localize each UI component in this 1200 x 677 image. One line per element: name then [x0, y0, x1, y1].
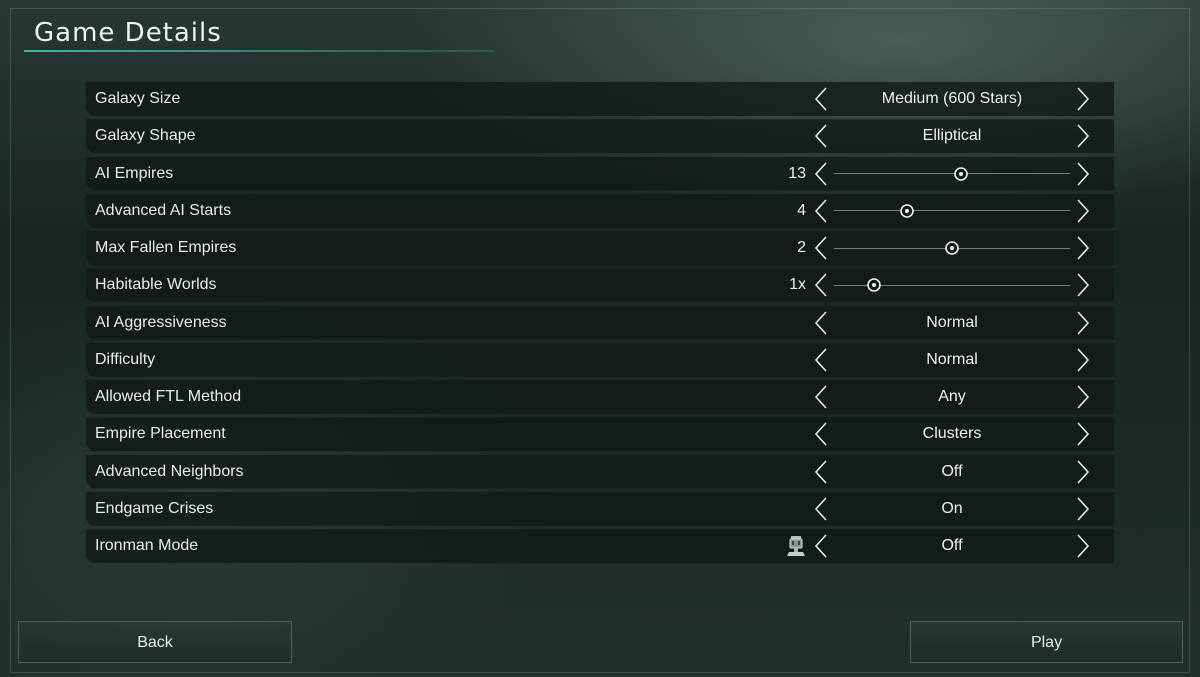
setting-label: AI Empires [95, 164, 174, 182]
chevron-left-icon[interactable] [813, 496, 831, 522]
chevron-right-icon[interactable] [1073, 384, 1091, 410]
setting-row-galaxy-size: Galaxy Size Medium (600 Stars) [86, 82, 1114, 116]
page-title: Game Details [34, 18, 222, 48]
setting-row-empire-placement: Empire Placement Clusters [86, 417, 1114, 451]
setting-value: Normal [926, 350, 978, 368]
setting-label: Habitable Worlds [95, 276, 217, 294]
chevron-left-icon[interactable] [813, 198, 831, 224]
chevron-left-icon[interactable] [813, 235, 831, 261]
setting-label: Advanced Neighbors [95, 462, 244, 480]
setting-value: Clusters [922, 425, 982, 443]
chevron-left-icon[interactable] [813, 384, 831, 410]
setting-row-galaxy-shape: Galaxy Shape Elliptical [86, 119, 1114, 153]
chevron-left-icon[interactable] [813, 310, 831, 336]
title-underline [24, 50, 494, 52]
setting-value: Elliptical [922, 127, 982, 145]
slider-knob[interactable] [953, 166, 969, 182]
chevron-right-icon[interactable] [1073, 310, 1091, 336]
slider-track[interactable] [834, 173, 1070, 174]
setting-label: Galaxy Size [95, 90, 181, 107]
ironman-icon [786, 535, 806, 557]
chevron-right-icon[interactable] [1073, 86, 1091, 112]
slider-knob[interactable] [866, 277, 882, 293]
setting-label: Max Fallen Empires [95, 239, 237, 256]
chevron-left-icon[interactable] [813, 272, 831, 298]
setting-label: Difficulty [95, 350, 156, 368]
slider-track[interactable] [834, 210, 1070, 211]
setting-row-difficulty: Difficulty Normal [86, 343, 1114, 377]
setting-row-habitable-worlds: Habitable Worlds 1x [86, 268, 1114, 302]
chevron-right-icon[interactable] [1073, 533, 1091, 559]
setting-label: Endgame Crises [95, 499, 214, 517]
setting-value: Off [941, 462, 963, 480]
chevron-right-icon[interactable] [1073, 459, 1091, 485]
chevron-right-icon[interactable] [1073, 421, 1091, 447]
chevron-right-icon[interactable] [1073, 496, 1091, 522]
chevron-left-icon[interactable] [813, 86, 831, 112]
slider-value: 13 [788, 164, 806, 182]
slider-value: 1x [789, 276, 806, 294]
setting-row-max-fallen-empires: Max Fallen Empires 2 [86, 231, 1114, 265]
setting-row-advanced-neighbors: Advanced Neighbors Off [86, 455, 1114, 489]
settings-list: Galaxy Size Medium (600 Stars) Galaxy Sh… [86, 82, 1114, 566]
chevron-left-icon[interactable] [813, 123, 831, 149]
setting-label: AI Aggressiveness [95, 313, 227, 331]
setting-row-advanced-ai-starts: Advanced AI Starts 4 [86, 194, 1114, 228]
chevron-left-icon[interactable] [813, 161, 831, 187]
setting-row-ai-empires: AI Empires 13 [86, 157, 1114, 191]
chevron-left-icon[interactable] [813, 533, 831, 559]
setting-value: Off [941, 537, 963, 554]
setting-label: Advanced AI Starts [95, 201, 232, 219]
chevron-right-icon[interactable] [1073, 198, 1091, 224]
chevron-right-icon[interactable] [1073, 347, 1091, 373]
slider-value: 2 [797, 239, 806, 256]
chevron-right-icon[interactable] [1073, 161, 1091, 187]
chevron-right-icon[interactable] [1073, 123, 1091, 149]
back-button[interactable]: Back [18, 621, 292, 663]
setting-label: Galaxy Shape [95, 127, 196, 145]
setting-row-allowed-ftl-method: Allowed FTL Method Any [86, 380, 1114, 414]
slider-knob[interactable] [944, 240, 960, 256]
setting-label: Ironman Mode [95, 537, 199, 554]
chevron-left-icon[interactable] [813, 459, 831, 485]
slider-knob[interactable] [899, 203, 915, 219]
setting-row-endgame-crises: Endgame Crises On [86, 492, 1114, 526]
setting-label: Empire Placement [95, 425, 226, 443]
chevron-left-icon[interactable] [813, 421, 831, 447]
setting-row-ironman-mode: Ironman Mode Off [86, 529, 1114, 563]
chevron-right-icon[interactable] [1073, 272, 1091, 298]
setting-value: Medium (600 Stars) [881, 90, 1023, 107]
setting-row-ai-aggressiveness: AI Aggressiveness Normal [86, 306, 1114, 340]
setting-label: Allowed FTL Method [95, 388, 242, 405]
setting-value: Any [938, 388, 966, 405]
setting-value: Normal [926, 313, 978, 331]
chevron-left-icon[interactable] [813, 347, 831, 373]
setting-value: On [941, 499, 963, 517]
chevron-right-icon[interactable] [1073, 235, 1091, 261]
slider-value: 4 [797, 201, 806, 219]
play-button[interactable]: Play [910, 621, 1183, 663]
